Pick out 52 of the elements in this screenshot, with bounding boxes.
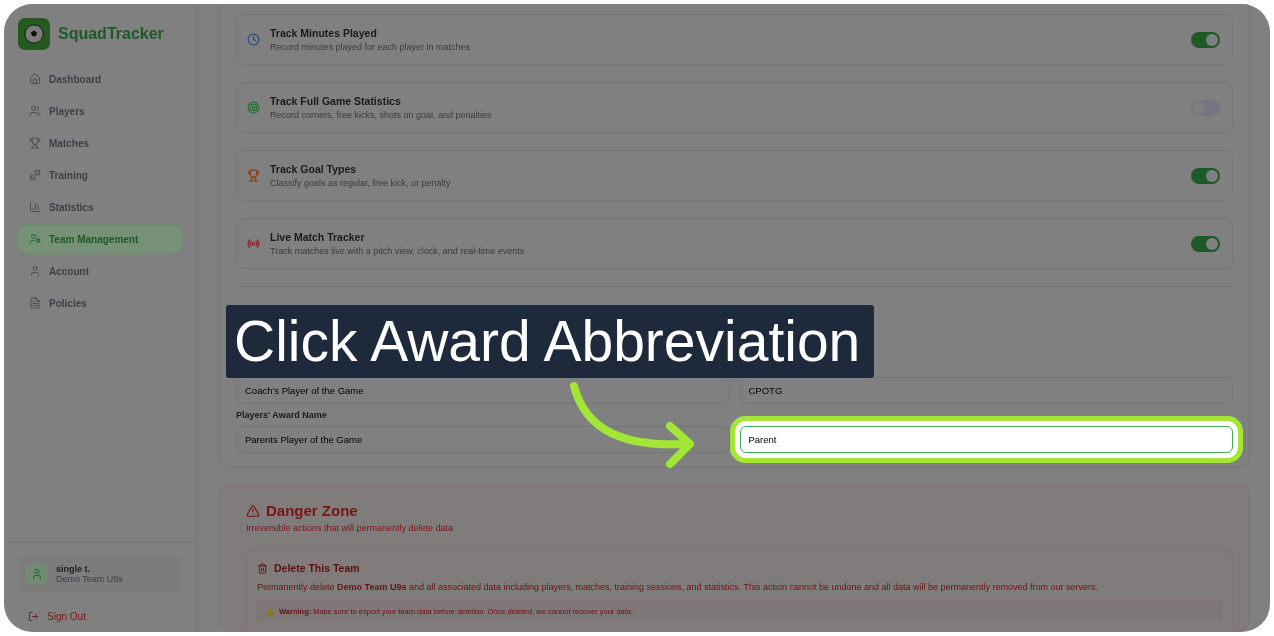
warning-icon — [246, 503, 260, 518]
toggle-switch[interactable] — [1191, 167, 1220, 184]
text-field[interactable]: CPOTG — [739, 377, 1233, 404]
target-icon — [247, 101, 260, 114]
delete-team-title: Delete This Team — [274, 562, 360, 574]
tutorial-callout: Click Award Abbreviation — [226, 305, 875, 378]
nav-item[interactable]: Statistics — [18, 192, 182, 222]
team-name: Demo Team U9s — [56, 574, 123, 584]
user-avatar-icon — [26, 563, 48, 585]
text-field[interactable]: Parents Player of the Game — [236, 426, 730, 453]
feature-title: Live Match Tracker — [270, 231, 366, 243]
feature-title: Track Goal Types — [270, 163, 358, 175]
feature-title: Track Full Game Statistics — [270, 95, 402, 107]
logo-icon — [18, 18, 50, 50]
brand-name: SquadTracker — [58, 25, 164, 43]
nav-item[interactable]: Account — [18, 256, 182, 286]
sign-out-button[interactable]: Sign Out — [18, 611, 182, 622]
danger-zone-subtitle: Irreversible actions that will permanently delete data — [246, 523, 455, 533]
feature-description: Record corners, free kicks, shots on goal, and penalties — [270, 110, 493, 120]
delete-team-description: Permanently delete Demo Team U9s and all associated data including players, matches, training sessions, and statistics. This action cannot be undone and all data will be permanently removed from our servers. — [257, 582, 1100, 592]
person-icon — [29, 265, 41, 277]
trophy-icon — [247, 169, 260, 182]
text-field[interactable]: Parent — [739, 426, 1233, 453]
clock-icon — [247, 33, 260, 46]
trash-icon — [257, 562, 268, 574]
feature-description: Record minutes played for each player in matches — [270, 42, 472, 52]
broadcast-icon — [247, 237, 260, 250]
nav-item[interactable]: Matches — [18, 128, 182, 158]
toggle-switch[interactable] — [1191, 235, 1220, 252]
toggle-switch[interactable] — [1191, 31, 1220, 48]
home-icon — [29, 73, 41, 85]
people-icon — [29, 105, 41, 117]
danger-zone-title: Danger Zone — [266, 502, 358, 519]
nav-item[interactable]: Dashboard — [18, 64, 182, 94]
text-field[interactable]: Coach's Player of the Game — [236, 377, 730, 404]
sign-out-icon — [28, 611, 39, 622]
person-gear-icon — [29, 233, 41, 245]
warning-icon — [266, 607, 275, 616]
feature-description: Classify goals as regular, free kick, or penalty — [270, 178, 452, 188]
dumbbell-icon — [29, 169, 41, 181]
user-card[interactable]: single t. Demo Team U9s — [18, 555, 182, 593]
feature-title: Track Minutes Played — [270, 27, 378, 39]
feature-description: Track matches live with a pitch view, clock, and real-time events — [270, 246, 526, 256]
nav-item[interactable]: Policies — [18, 288, 182, 318]
field-label: Players' Award Name — [236, 410, 327, 420]
nav-item[interactable]: Training — [18, 160, 182, 190]
document-icon — [29, 297, 41, 309]
nav-item[interactable]: Team Management — [18, 224, 182, 254]
user-name: single t. — [56, 564, 91, 574]
trophy-icon — [29, 137, 41, 149]
bar-chart-icon — [29, 201, 41, 213]
nav-item[interactable]: Players — [18, 96, 182, 126]
